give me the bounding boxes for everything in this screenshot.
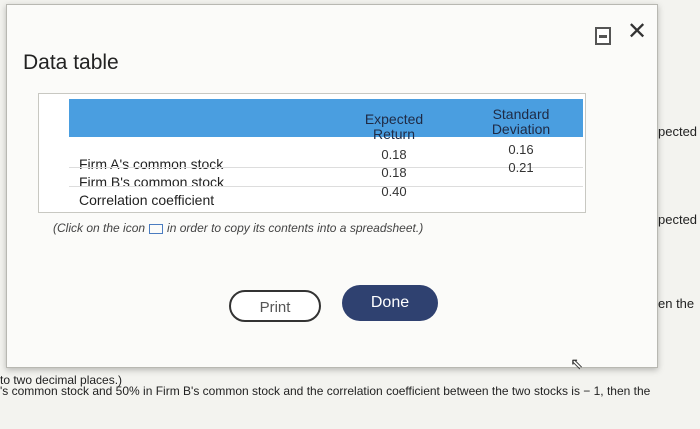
background-text-fragment: pected (658, 212, 698, 227)
print-button[interactable]: Print (229, 290, 321, 322)
table-cell-expected-return: 0.18 (381, 147, 407, 162)
header-expected-return: Expected Return (364, 111, 424, 142)
background-text-fragment: pected (658, 124, 698, 139)
table-cell-standard-deviation: 0.16 (508, 142, 534, 157)
close-icon[interactable]: ✕ (627, 17, 647, 46)
background-text-fragment: en the (658, 296, 695, 311)
table-row-label: Firm B's common stock (79, 174, 225, 190)
table-cell-expected-return: 0.40 (381, 184, 407, 199)
data-table-dialog: Data table ✕ Expected Return Standard De… (6, 4, 658, 368)
table-cell-standard-deviation: 0.21 (508, 160, 534, 175)
data-table: Expected Return Standard Deviation Firm … (38, 93, 586, 213)
dialog-title: Data table (23, 51, 119, 74)
copy-instruction-text: in order to copy its contents into a spr… (167, 221, 424, 235)
table-cell-expected-return: 0.18 (381, 165, 407, 180)
spreadsheet-copy-icon[interactable] (149, 223, 164, 234)
row-divider (69, 186, 583, 187)
table-row-label: Correlation coefficient (79, 192, 215, 208)
copy-instruction-text: (Click on the icon (53, 221, 146, 235)
header-standard-deviation: Standard Deviation (491, 106, 551, 137)
done-button[interactable]: Done (342, 285, 438, 321)
copy-instruction: (Click on the icon in order to copy its c… (53, 221, 423, 235)
pointer-cursor-icon: ⇖ (570, 356, 584, 373)
minimize-icon[interactable] (595, 27, 611, 45)
table-row-label: Firm A's common stock (79, 156, 224, 172)
background-question-text: 's common stock and 50% in Firm B's comm… (0, 384, 651, 398)
